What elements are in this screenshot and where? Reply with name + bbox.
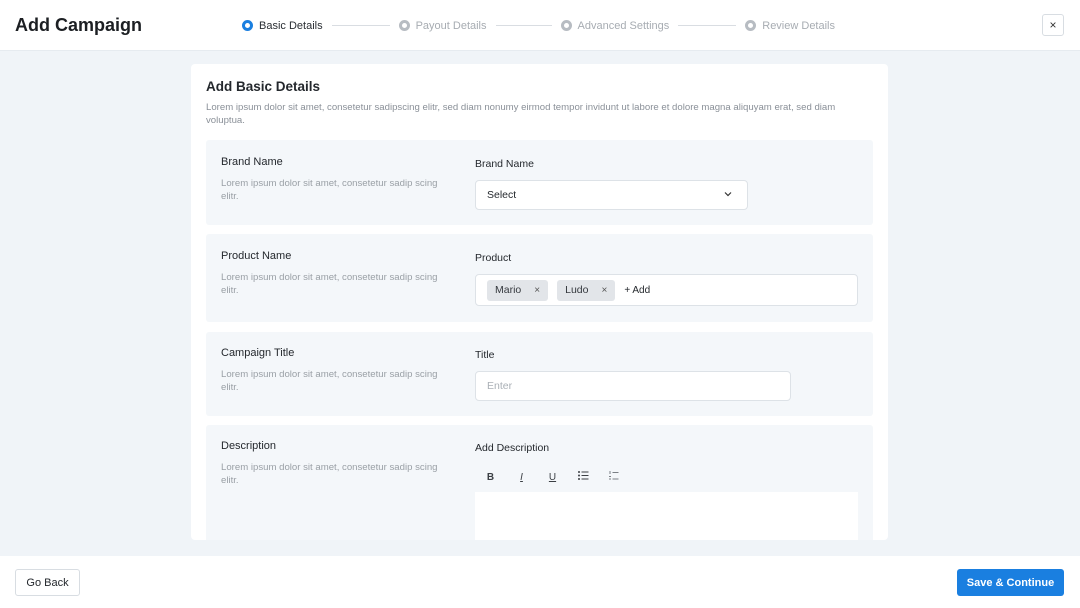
section-title: Product Name bbox=[221, 250, 292, 262]
remove-tag-icon[interactable]: × bbox=[534, 285, 540, 296]
remove-tag-icon[interactable]: × bbox=[601, 285, 607, 296]
campaign-title-section: Campaign Title Lorem ipsum dolor sit ame… bbox=[206, 332, 873, 416]
step-advanced-settings[interactable]: Advanced Settings bbox=[560, 19, 670, 32]
rich-text-toolbar: B I U bbox=[475, 471, 630, 483]
chevron-down-icon bbox=[724, 192, 732, 197]
tag-label: Ludo bbox=[565, 284, 589, 296]
field-label: Title bbox=[475, 349, 495, 361]
close-button[interactable]: × bbox=[1042, 14, 1064, 36]
card-description: Lorem ipsum dolor sit amet, consetetur s… bbox=[206, 102, 836, 126]
step-label: Advanced Settings bbox=[577, 19, 670, 32]
step-label: Payout Details bbox=[415, 19, 487, 32]
brand-name-section: Brand Name Lorem ipsum dolor sit amet, c… bbox=[206, 140, 873, 225]
description-editor[interactable] bbox=[475, 492, 858, 540]
save-continue-button[interactable]: Save & Continue bbox=[957, 569, 1064, 596]
product-name-section: Product Name Lorem ipsum dolor sit amet,… bbox=[206, 234, 873, 322]
step-connector bbox=[331, 25, 390, 26]
section-description: Lorem ipsum dolor sit amet, consetetur s… bbox=[221, 272, 438, 296]
brand-name-select[interactable]: Select bbox=[475, 180, 748, 210]
bullet-list-button[interactable] bbox=[568, 471, 599, 483]
field-label: Brand Name bbox=[475, 158, 534, 170]
step-connector bbox=[495, 25, 552, 26]
underline-button[interactable]: U bbox=[537, 472, 568, 483]
step-connector bbox=[678, 25, 737, 26]
go-back-button[interactable]: Go Back bbox=[15, 569, 80, 596]
add-product-button[interactable]: + Add bbox=[624, 285, 650, 296]
section-title: Brand Name bbox=[221, 156, 283, 168]
section-description: Lorem ipsum dolor sit amet, consetetur s… bbox=[221, 178, 438, 202]
section-title: Campaign Title bbox=[221, 347, 295, 359]
select-value: Select bbox=[487, 189, 517, 201]
tag-chip: Mario × bbox=[487, 279, 549, 301]
section-description: Lorem ipsum dolor sit amet, consetetur s… bbox=[221, 462, 438, 486]
header: Add Campaign Basic Details Payout Detail… bbox=[0, 0, 1080, 51]
bullet-list-icon bbox=[578, 471, 589, 480]
section-title: Description bbox=[221, 440, 277, 452]
page-title: Add Campaign bbox=[15, 15, 143, 35]
step-label: Basic Details bbox=[259, 19, 323, 32]
description-section: Description Lorem ipsum dolor sit amet, … bbox=[206, 425, 873, 540]
numbered-list-icon bbox=[609, 471, 619, 480]
field-label: Product bbox=[475, 252, 512, 264]
card-title: Add Basic Details bbox=[206, 79, 321, 94]
tag-label: Mario bbox=[495, 284, 522, 296]
field-label: Add Description bbox=[475, 442, 550, 454]
campaign-title-input[interactable]: Enter bbox=[475, 371, 791, 401]
step-review-details[interactable]: Review Details bbox=[745, 20, 835, 32]
step-inactive-icon bbox=[560, 20, 572, 31]
step-inactive-icon bbox=[745, 20, 757, 31]
italic-button[interactable]: I bbox=[506, 472, 537, 483]
tag-chip: Ludo × bbox=[557, 279, 616, 301]
numbered-list-button[interactable] bbox=[599, 471, 630, 483]
close-icon: × bbox=[1049, 18, 1057, 32]
step-inactive-icon bbox=[398, 20, 410, 31]
step-payout-details[interactable]: Payout Details bbox=[398, 19, 487, 32]
section-description: Lorem ipsum dolor sit amet, consetetur s… bbox=[221, 369, 438, 393]
product-tags-input[interactable]: Mario × Ludo × + Add bbox=[475, 274, 858, 306]
step-label: Review Details bbox=[762, 19, 835, 32]
step-active-icon bbox=[242, 20, 253, 31]
step-basic-details[interactable]: Basic Details bbox=[242, 20, 323, 32]
footer: Go Back Save & Continue bbox=[0, 556, 1080, 608]
stepper: Basic Details Payout Details Advanced Se… bbox=[242, 18, 835, 33]
bold-button[interactable]: B bbox=[475, 472, 506, 483]
basic-details-card: Add Basic Details Lorem ipsum dolor sit … bbox=[191, 64, 888, 540]
